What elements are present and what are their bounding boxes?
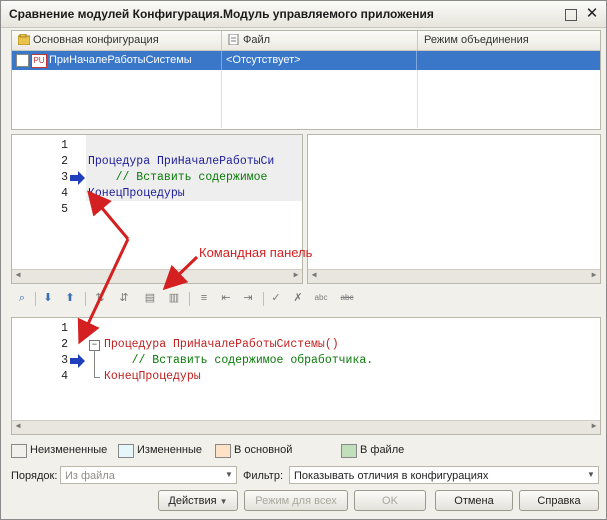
- order-select[interactable]: Из файла ▼: [60, 466, 237, 484]
- arrow-to-command-panel: [162, 255, 199, 291]
- chevron-down-icon: ▼: [219, 497, 228, 506]
- compare-modules-dialog: Сравнение модулей Конфигурация.Модуль уп…: [0, 0, 607, 520]
- ok-button[interactable]: OK: [354, 490, 426, 511]
- actions-label: Действия: [168, 495, 217, 507]
- arrow-to-top-code: [87, 190, 130, 240]
- legend-changed-swatch: [118, 444, 134, 458]
- filter-select[interactable]: Показывать отличия в конфигурациях ▼: [289, 466, 599, 484]
- legend-in-main-swatch: [215, 444, 231, 458]
- actions-button[interactable]: Действия ▼: [158, 490, 238, 511]
- legend-in-main-label: В основной: [234, 444, 293, 456]
- filter-value: Показывать отличия в конфигурациях: [294, 470, 489, 482]
- mode-for-all-button[interactable]: Режим для всех: [244, 490, 348, 511]
- chevron-down-icon[interactable]: ▼: [584, 467, 598, 483]
- cancel-button[interactable]: Отмена: [435, 490, 513, 511]
- legend-unchanged-swatch: [11, 444, 27, 458]
- help-button[interactable]: Справка: [519, 490, 599, 511]
- legend-unchanged-label: Неизмененные: [30, 444, 108, 456]
- arrow-to-bottom-code: [77, 238, 130, 345]
- legend-in-file-swatch: [341, 444, 357, 458]
- annotation-arrows: [77, 190, 199, 345]
- order-label: Порядок:: [11, 470, 58, 482]
- order-value: Из файла: [65, 470, 115, 482]
- filter-label: Фильтр:: [243, 470, 284, 482]
- chevron-down-icon[interactable]: ▼: [222, 467, 236, 483]
- legend-in-file-label: В файле: [360, 444, 405, 456]
- legend-changed-label: Измененные: [137, 444, 202, 456]
